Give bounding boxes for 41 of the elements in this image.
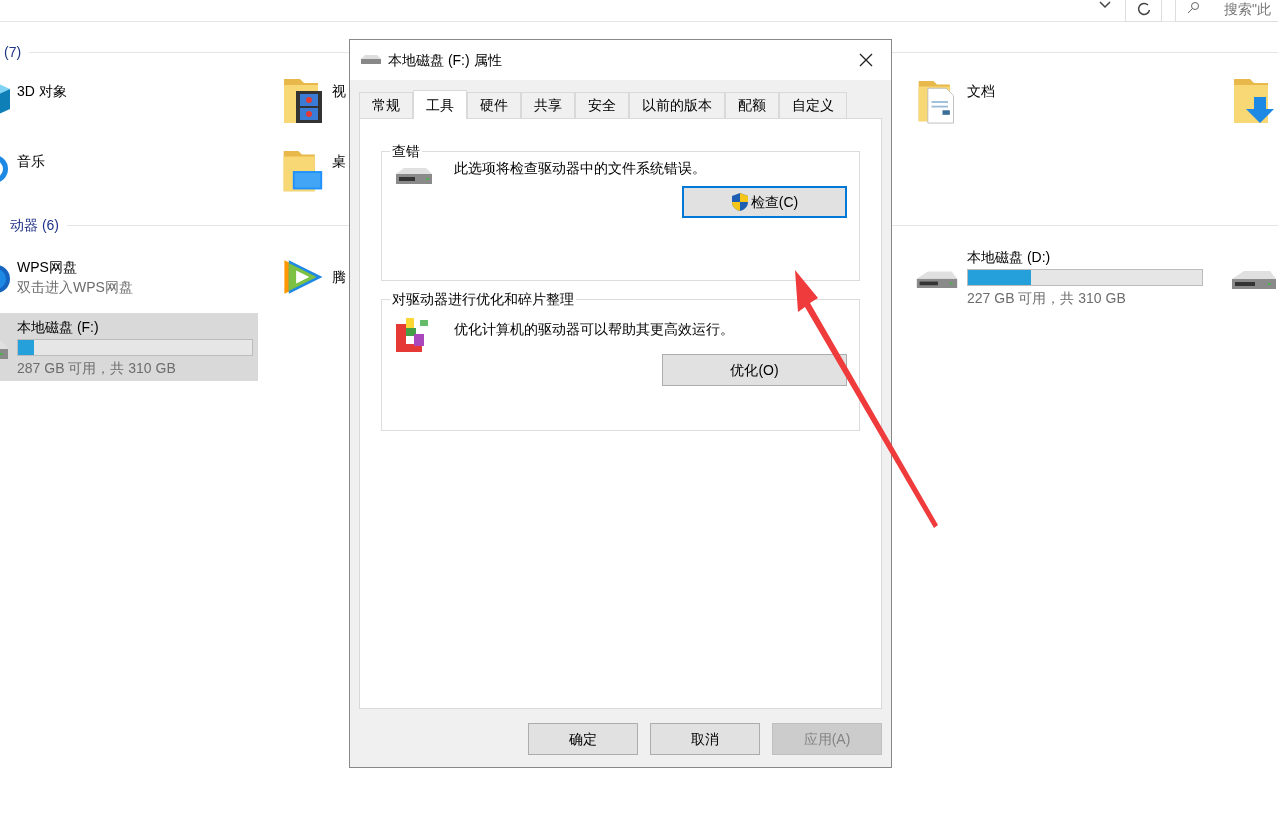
drive-icon [394,166,434,186]
item-subtitle: 287 GB 可用，共 310 GB [17,358,176,378]
action-button[interactable]: 优化(O) [662,354,847,386]
item-subtitle: 双击进入WPS网盘 [17,278,133,297]
chevron-down-icon [1098,0,1112,10]
action-button[interactable]: 检查(C) [682,186,847,218]
tab[interactable]: 共享 [521,92,575,118]
dialog-button[interactable]: 确定 [528,723,638,755]
item-label[interactable]: 本地磁盘 (F:) [17,316,99,337]
item-label[interactable]: 文档 [967,81,995,101]
drive-tile[interactable]: 本地磁盘 (F:) 287 GB 可用，共 310 GB [0,313,258,381]
item-label[interactable]: 3D 对象 [17,81,67,101]
item-label[interactable]: 视 [332,81,346,101]
item-label[interactable]: 本地磁盘 (D:) [967,246,1051,267]
item-label[interactable]: WPS网盘 [17,257,77,277]
group-description: 此选项将检查驱动器中的文件系统错误。 [454,158,706,178]
close-icon [859,53,873,67]
section-header: 动器 (6) [10,215,59,235]
shield-icon [730,192,749,212]
refresh-button[interactable] [1125,0,1162,22]
item-label[interactable]: 桌 [332,151,346,171]
tab[interactable]: 工具 [413,90,467,119]
tab[interactable]: 硬件 [467,92,521,118]
dialog-button[interactable]: 取消 [650,723,760,755]
group-title: 查错 [391,142,421,161]
drive-icon [360,53,382,67]
tab[interactable]: 以前的版本 [629,92,725,118]
tab[interactable]: 配额 [725,92,779,118]
window-title: 本地磁盘 (F:) 属性 [388,50,503,70]
item-label[interactable]: 音乐 [17,151,45,171]
search-field[interactable]: 搜索"此 [1175,0,1278,22]
group-title: 对驱动器进行优化和碎片整理 [391,290,575,309]
refresh-icon [1136,2,1151,16]
item-label[interactable]: 腾 [332,267,346,287]
tab[interactable]: 自定义 [779,92,847,118]
tab[interactable]: 常规 [359,92,413,118]
section-header: (7) [4,42,22,62]
item-subtitle: 227 GB 可用，共 310 GB [967,288,1126,308]
tab[interactable]: 安全 [575,92,629,118]
group-description: 优化计算机的驱动器可以帮助其更高效运行。 [454,319,734,339]
search-icon [1186,2,1200,14]
